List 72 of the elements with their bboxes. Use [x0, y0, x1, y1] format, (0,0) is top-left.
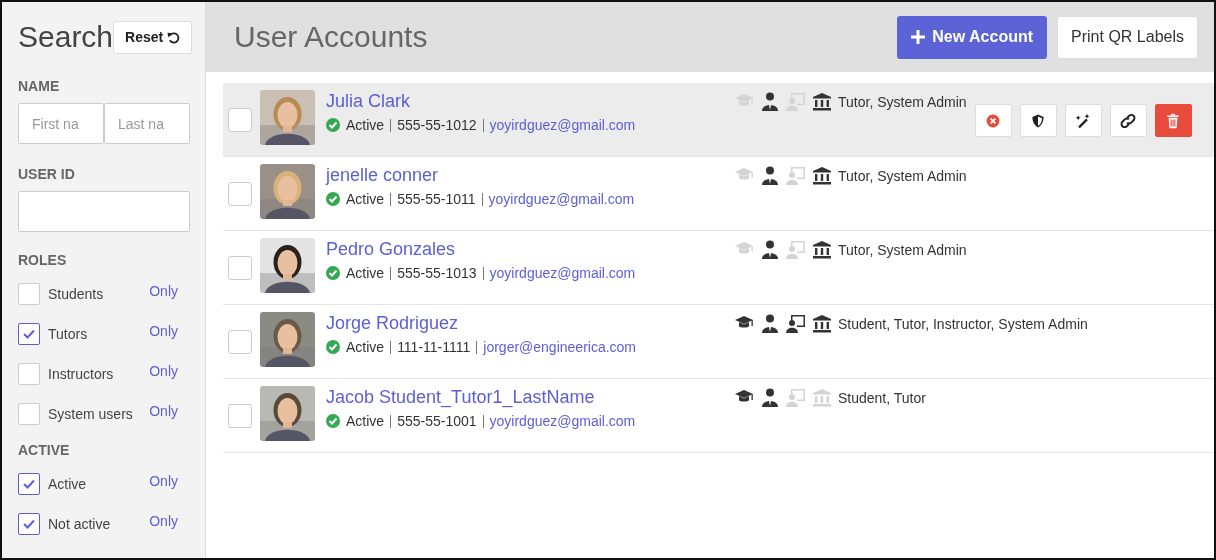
status-text: Active [346, 191, 385, 207]
checkbox-label: Tutors [48, 326, 89, 342]
only-link[interactable]: Only [149, 473, 178, 489]
checkbox-label: Instructors [48, 366, 115, 382]
filter-group-label: ACTIVE [18, 442, 71, 458]
checkbox[interactable] [18, 323, 40, 345]
checkbox-label: Students [48, 286, 105, 302]
user-id-field[interactable] [18, 191, 190, 232]
only-link[interactable]: Only [149, 403, 178, 419]
trash-icon [1165, 112, 1182, 129]
check-circle-icon [326, 414, 340, 428]
phone-text: 555-55-1013 [397, 265, 477, 281]
phone-text: 111-11-1111 [397, 339, 471, 355]
only-link[interactable]: Only [149, 513, 178, 529]
check-circle-icon [326, 192, 340, 206]
status-text: Active [346, 413, 385, 429]
check-icon [23, 519, 35, 529]
close-circle-icon [985, 112, 1002, 129]
roles-text: Tutor, System Admin [838, 94, 967, 110]
roles-text: Student, Tutor [838, 390, 926, 406]
field-label: USER ID [18, 166, 76, 182]
check-icon [23, 329, 35, 339]
print-qr-labels-button[interactable]: Print QR Labels [1057, 15, 1198, 59]
shield-icon [1030, 112, 1047, 129]
plus-icon [911, 30, 926, 44]
deactivate-button[interactable] [974, 104, 1012, 137]
checkbox-label: System users [48, 406, 134, 422]
filter-group-label: ROLES [18, 252, 68, 268]
checkbox[interactable] [18, 473, 40, 495]
check-icon [23, 479, 35, 489]
check-circle-icon [326, 340, 340, 354]
field-label: NAME [18, 78, 61, 94]
account-name-link[interactable]: Pedro Gonzales [326, 239, 734, 260]
roles-text: Tutor, System Admin [838, 168, 967, 184]
magic-wand-icon [1075, 112, 1092, 129]
page-title: User Accounts [234, 20, 429, 54]
delete-button[interactable] [1154, 104, 1192, 137]
phone-text: 555-55-1011 [397, 191, 476, 207]
checkbox-label: Active [48, 476, 88, 492]
email-link[interactable]: jorger@engineerica.com [483, 339, 637, 355]
status-text: Active [346, 339, 385, 355]
phone-text: 555-55-1012 [397, 117, 477, 133]
status-text: Active [346, 117, 385, 133]
only-link[interactable]: Only [149, 283, 178, 299]
email-link[interactable]: yoyirdguez@gmail.com [489, 117, 636, 133]
check-circle-icon [326, 266, 340, 280]
checkbox-label: Not active [48, 516, 112, 532]
account-name-link[interactable]: jenelle conner [326, 165, 734, 186]
email-link[interactable]: yoyirdguez@gmail.com [488, 191, 635, 207]
check-circle-icon [326, 118, 340, 132]
email-link[interactable]: yoyirdguez@gmail.com [489, 413, 636, 429]
email-link[interactable]: yoyirdguez@gmail.com [489, 265, 636, 281]
only-link[interactable]: Only [149, 323, 178, 339]
link-button[interactable] [1109, 104, 1147, 137]
phone-text: 555-55-1001 [397, 413, 477, 429]
permissions-button[interactable] [1019, 104, 1057, 137]
undo-icon [167, 30, 181, 44]
search-title: Search [18, 20, 114, 54]
only-link[interactable]: Only [149, 363, 178, 379]
checkbox[interactable] [18, 513, 40, 535]
roles-text: Student, Tutor, Instructor, System Admin [838, 316, 1088, 332]
account-name-link[interactable]: Jacob Student_Tutor1_LastName [326, 387, 734, 408]
account-name-link[interactable]: Jorge Rodriguez [326, 313, 734, 334]
reset-button[interactable]: Reset [113, 20, 193, 54]
status-text: Active [346, 265, 385, 281]
link-icon [1120, 112, 1137, 129]
first-name-field[interactable]: First na [18, 103, 104, 144]
roles-text: Tutor, System Admin [838, 242, 967, 258]
last-name-field[interactable]: Last na [104, 103, 190, 144]
edit-button[interactable] [1064, 104, 1102, 137]
account-name-link[interactable]: Julia Clark [326, 91, 734, 112]
new-account-button[interactable]: New Account [897, 15, 1048, 59]
